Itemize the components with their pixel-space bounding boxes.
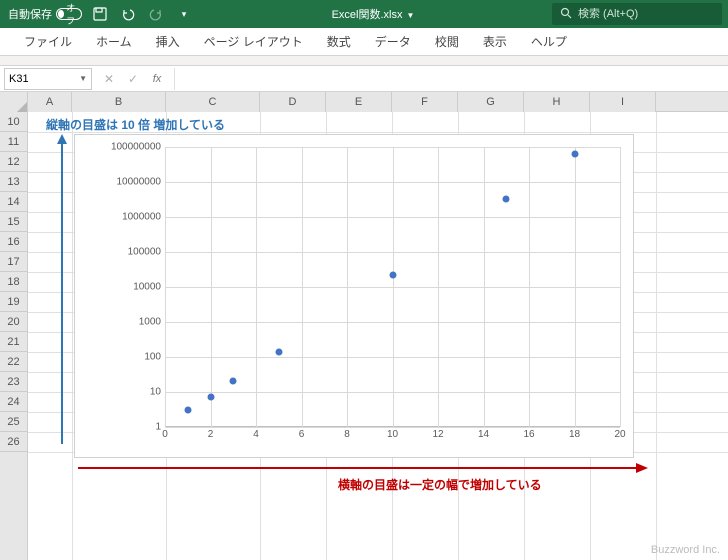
row-header[interactable]: 18: [0, 272, 27, 292]
data-point: [503, 196, 510, 203]
x-tick-label: 14: [478, 427, 489, 440]
search-icon: [560, 7, 572, 22]
x-tick-label: 0: [162, 427, 168, 440]
data-point: [571, 150, 578, 157]
filename-label: Excel関数.xlsx: [332, 9, 403, 21]
row-header[interactable]: 11: [0, 132, 27, 152]
qat-dropdown-icon[interactable]: ▾: [174, 4, 194, 24]
name-box[interactable]: K31 ▼: [4, 68, 92, 90]
chart-object[interactable]: 1101001000100001000001000000100000001000…: [74, 134, 634, 458]
row-header[interactable]: 10: [0, 112, 27, 132]
column-header[interactable]: B: [72, 92, 166, 112]
quick-access-toolbar: 自動保存 オフ ▾: [0, 4, 194, 24]
row-header[interactable]: 26: [0, 432, 27, 452]
tab-formulas[interactable]: 数式: [315, 28, 363, 56]
tab-review[interactable]: 校閲: [423, 28, 471, 56]
x-tick-label: 18: [569, 427, 580, 440]
search-input[interactable]: [578, 8, 714, 20]
titlebar: 自動保存 オフ ▾ Excel関数.xlsx▼: [0, 0, 728, 28]
y-tick-label: 1000: [139, 317, 165, 328]
column-header[interactable]: G: [458, 92, 524, 112]
row-headers: 1011121314151617181920212223242526: [0, 112, 28, 560]
column-header[interactable]: E: [326, 92, 392, 112]
row-header[interactable]: 13: [0, 172, 27, 192]
row-header[interactable]: 24: [0, 392, 27, 412]
row-header[interactable]: 23: [0, 372, 27, 392]
tab-view[interactable]: 表示: [471, 28, 519, 56]
row-header[interactable]: 16: [0, 232, 27, 252]
x-tick-label: 6: [299, 427, 305, 440]
formula-input[interactable]: [174, 68, 728, 90]
window-title: Excel関数.xlsx▼: [194, 6, 552, 22]
tab-file[interactable]: ファイル: [12, 28, 84, 56]
x-tick-label: 12: [432, 427, 443, 440]
x-axis-annotation: 横軸の目盛は一定の幅で増加している: [338, 476, 542, 493]
y-tick-label: 100: [144, 352, 165, 363]
cancel-icon[interactable]: ✕: [98, 68, 120, 90]
x-tick-label: 20: [614, 427, 625, 440]
y-axis-annotation: 縦軸の目盛は 10 倍 増加している: [46, 116, 225, 133]
column-headers: ABCDEFGHI: [0, 92, 728, 112]
formula-bar: K31 ▼ ✕ ✓ fx: [0, 66, 728, 92]
row-header[interactable]: 21: [0, 332, 27, 352]
cells-area[interactable]: 縦軸の目盛は 10 倍 増加している 110100100010000100000…: [28, 112, 728, 560]
name-box-value: K31: [9, 73, 29, 85]
footer-brand: Buzzword Inc.: [651, 544, 720, 556]
search-box[interactable]: [552, 3, 722, 25]
tab-pagelayout[interactable]: ページ レイアウト: [192, 28, 315, 56]
select-all-corner[interactable]: [0, 92, 28, 112]
tab-home[interactable]: ホーム: [84, 28, 144, 56]
y-tick-label: 1000000: [122, 212, 165, 223]
row-header[interactable]: 17: [0, 252, 27, 272]
x-tick-label: 4: [253, 427, 259, 440]
name-box-dropdown-icon[interactable]: ▼: [79, 74, 87, 83]
ribbon-collapsed-area: [0, 56, 728, 66]
x-tick-label: 10: [387, 427, 398, 440]
y-tick-label: 100000000: [111, 142, 165, 153]
toggle-icon: オフ: [56, 8, 82, 20]
row-header[interactable]: 22: [0, 352, 27, 372]
y-tick-label: 10000000: [117, 177, 166, 188]
tab-data[interactable]: データ: [363, 28, 423, 56]
row-header[interactable]: 15: [0, 212, 27, 232]
x-tick-label: 8: [344, 427, 350, 440]
row-header[interactable]: 20: [0, 312, 27, 332]
data-point: [389, 272, 396, 279]
row-header[interactable]: 25: [0, 412, 27, 432]
column-header[interactable]: D: [260, 92, 326, 112]
y-tick-label: 10000: [133, 282, 165, 293]
data-point: [275, 348, 282, 355]
x-tick-label: 16: [523, 427, 534, 440]
save-icon[interactable]: [90, 4, 110, 24]
column-header[interactable]: C: [166, 92, 260, 112]
undo-icon[interactable]: [118, 4, 138, 24]
y-tick-label: 100000: [128, 247, 165, 258]
data-point: [184, 407, 191, 414]
column-header[interactable]: A: [28, 92, 72, 112]
y-axis-arrow-icon: [56, 134, 68, 444]
y-tick-label: 10: [150, 387, 165, 398]
fx-icon[interactable]: fx: [146, 68, 168, 90]
row-header[interactable]: 19: [0, 292, 27, 312]
worksheet-grid[interactable]: ABCDEFGHI 101112131415161718192021222324…: [0, 92, 728, 560]
column-header[interactable]: H: [524, 92, 590, 112]
column-header[interactable]: F: [392, 92, 458, 112]
x-axis-arrow-icon: [78, 462, 648, 474]
tab-help[interactable]: ヘルプ: [519, 28, 579, 56]
autosave-label: 自動保存: [8, 6, 52, 22]
x-tick-label: 2: [208, 427, 214, 440]
tab-insert[interactable]: 挿入: [144, 28, 192, 56]
data-point: [230, 378, 237, 385]
autosave-toggle[interactable]: 自動保存 オフ: [8, 6, 82, 22]
filename-dropdown-icon[interactable]: ▼: [406, 11, 414, 20]
row-header[interactable]: 14: [0, 192, 27, 212]
redo-icon[interactable]: [146, 4, 166, 24]
ribbon-tabs: ファイル ホーム 挿入 ページ レイアウト 数式 データ 校閲 表示 ヘルプ: [0, 28, 728, 56]
data-point: [207, 394, 214, 401]
enter-icon[interactable]: ✓: [122, 68, 144, 90]
row-header[interactable]: 12: [0, 152, 27, 172]
plot-area: 1101001000100001000001000000100000001000…: [165, 147, 620, 427]
column-header[interactable]: I: [590, 92, 656, 112]
